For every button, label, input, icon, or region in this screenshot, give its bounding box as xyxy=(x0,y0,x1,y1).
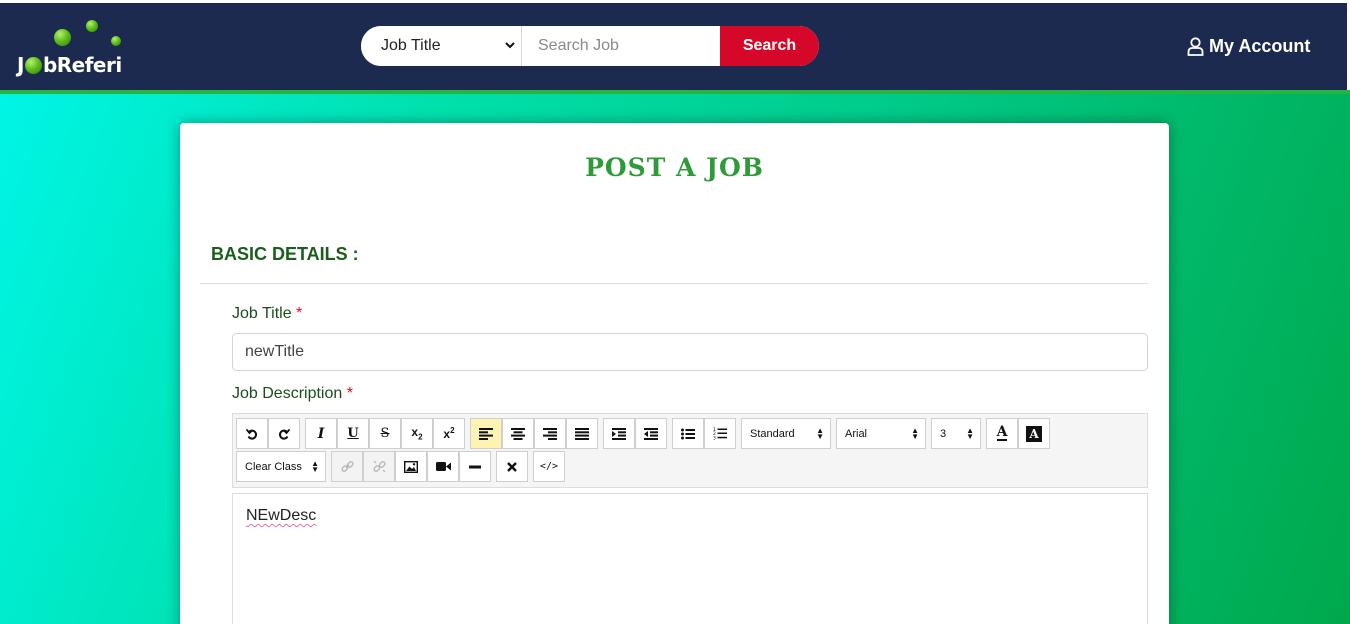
job-description-editor[interactable]: NEwDesc xyxy=(232,493,1148,624)
top-navbar: JbReferi Job Title Search My Account xyxy=(0,3,1347,90)
select-arrows-icon: ▲ ▼ xyxy=(311,458,319,474)
select-arrows-icon: ▲ ▼ xyxy=(816,425,824,441)
align-left-button[interactable] xyxy=(470,418,502,449)
align-right-icon xyxy=(543,427,557,440)
background-color-button[interactable]: A xyxy=(1018,418,1050,449)
jobreferi-logo[interactable]: JbReferi xyxy=(14,17,139,81)
text-color-button[interactable]: A xyxy=(986,418,1018,449)
indent-icon xyxy=(612,427,626,440)
logo-ball-icon xyxy=(54,29,71,46)
required-marker: * xyxy=(296,305,303,322)
superscript-button[interactable]: x2 xyxy=(433,418,465,449)
indent-button[interactable] xyxy=(603,418,635,449)
job-title-label: Job Title * xyxy=(232,305,303,322)
close-icon xyxy=(507,461,517,472)
user-icon xyxy=(1187,37,1204,56)
required-marker: * xyxy=(346,385,353,402)
search-category-value: Job Title xyxy=(381,37,441,54)
class-select-value: Clear Class xyxy=(245,460,302,473)
font-family-value: Arial xyxy=(845,427,868,440)
undo-button[interactable] xyxy=(236,418,268,449)
insert-image-button[interactable] xyxy=(395,451,427,482)
link-icon xyxy=(340,461,354,472)
background-color-icon: A xyxy=(1026,425,1042,442)
code-icon: </> xyxy=(539,461,559,472)
italic-button[interactable]: I xyxy=(305,418,337,449)
superscript-icon: x2 xyxy=(443,426,455,441)
job-search-bar: Job Title Search xyxy=(361,26,819,66)
numbered-list-button[interactable]: 123 xyxy=(704,418,736,449)
horizontal-rule-icon xyxy=(469,465,481,468)
search-input[interactable] xyxy=(522,26,720,66)
section-heading-basic-details: BASIC DETAILS : xyxy=(211,244,359,264)
remove-format-button[interactable] xyxy=(496,451,528,482)
code-view-button[interactable]: </> xyxy=(533,451,565,482)
font-size-value: 3 xyxy=(940,427,947,440)
job-title-input[interactable] xyxy=(232,333,1148,371)
italic-icon: I xyxy=(317,425,325,442)
insert-link-button[interactable] xyxy=(331,451,363,482)
paragraph-style-select[interactable]: Standard ▲ ▼ xyxy=(741,418,831,449)
undo-icon xyxy=(246,428,258,440)
align-justify-button[interactable] xyxy=(566,418,598,449)
video-camera-icon xyxy=(435,462,451,471)
font-family-select[interactable]: Arial ▲ ▼ xyxy=(836,418,926,449)
select-arrows-icon: ▲ ▼ xyxy=(966,425,974,441)
outdent-icon xyxy=(644,427,658,440)
logo-text: JbReferi xyxy=(17,53,122,77)
search-category-select[interactable]: Job Title xyxy=(361,26,522,66)
logo-ball-icon xyxy=(86,20,98,32)
logo-ball-icon xyxy=(111,36,121,46)
underline-button[interactable]: U xyxy=(337,418,369,449)
outdent-button[interactable] xyxy=(635,418,667,449)
my-account-label: My Account xyxy=(1209,36,1311,56)
subscript-button[interactable]: x2 xyxy=(401,418,433,449)
unlink-button[interactable] xyxy=(363,451,395,482)
bullet-list-icon xyxy=(681,428,695,439)
post-job-card: POST A JOB BASIC DETAILS : Job Title * J… xyxy=(180,123,1169,624)
insert-video-button[interactable] xyxy=(427,451,459,482)
editor-toolbar: I U S x2 x2 1 2 3 Standard ▲ ▼ Arial ▲ ▼… xyxy=(232,413,1148,488)
job-description-label: Job Description * xyxy=(232,385,353,402)
align-left-icon xyxy=(479,427,493,440)
chevron-down-icon xyxy=(505,40,515,52)
redo-icon xyxy=(278,428,290,440)
align-right-button[interactable] xyxy=(534,418,566,449)
align-center-button[interactable] xyxy=(502,418,534,449)
svg-text:3: 3 xyxy=(713,436,716,441)
paragraph-style-value: Standard xyxy=(750,427,795,440)
strikethrough-button[interactable]: S xyxy=(369,418,401,449)
strikethrough-icon: S xyxy=(380,426,390,441)
subscript-icon: x2 xyxy=(411,425,423,442)
select-arrows-icon: ▲ ▼ xyxy=(911,425,919,441)
search-button[interactable]: Search xyxy=(720,26,819,66)
editor-content: NEwDesc xyxy=(246,507,317,524)
numbered-list-icon: 123 xyxy=(713,427,727,440)
unlink-icon xyxy=(372,460,386,473)
bullet-list-button[interactable] xyxy=(672,418,704,449)
my-account-link[interactable]: My Account xyxy=(1187,36,1310,57)
section-divider xyxy=(200,283,1148,284)
horizontal-rule-button[interactable] xyxy=(459,451,491,482)
image-icon xyxy=(404,460,418,473)
redo-button[interactable] xyxy=(268,418,300,449)
underline-icon: U xyxy=(347,426,359,441)
align-center-icon xyxy=(511,427,525,440)
class-select[interactable]: Clear Class ▲ ▼ xyxy=(236,451,326,482)
page-title: POST A JOB xyxy=(585,153,764,182)
font-size-select[interactable]: 3 ▲ ▼ xyxy=(931,418,981,449)
text-color-icon: A xyxy=(996,424,1008,441)
align-justify-icon xyxy=(575,427,589,440)
